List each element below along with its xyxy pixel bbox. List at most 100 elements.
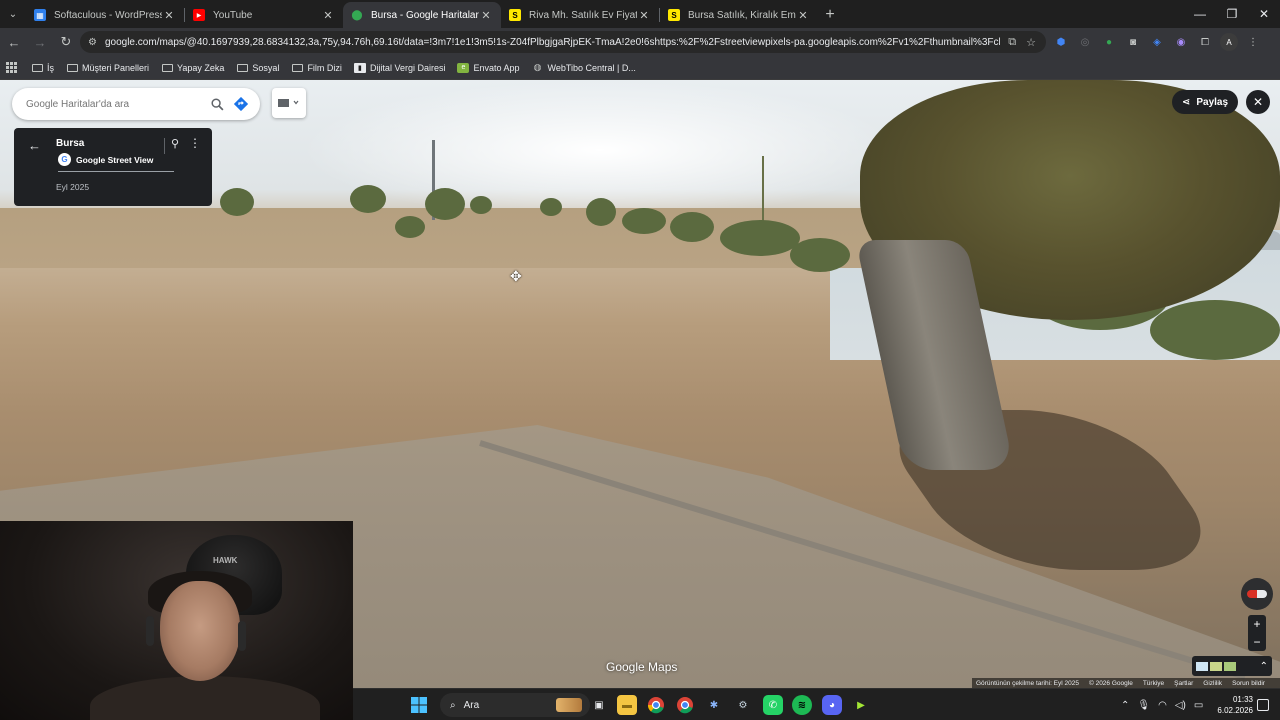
tab-close-icon[interactable]: ✕ [637,9,651,22]
extension-green-icon[interactable]: ● [1100,33,1118,51]
address-bar[interactable]: ⚙ google.com/maps/@40.1697939,28.6834132… [80,31,1046,53]
capture-date[interactable]: Eyl 2025 [56,182,89,192]
tab-close-icon[interactable]: ✕ [796,9,810,22]
imagery-thumbnails[interactable]: ⌃ [1192,656,1272,676]
expand-up-icon[interactable]: ⌃ [1260,661,1268,672]
restore-icon[interactable]: ❐ [1216,0,1248,28]
bush [395,216,425,238]
thumbnail-3[interactable] [1224,661,1236,671]
extension-shield-icon[interactable]: ◈ [1148,33,1166,51]
bookmark-label: Yapay Zeka [177,62,225,73]
tab-youtube[interactable]: ▶ YouTube ✕ [185,2,343,28]
bookmark-musteri-panelleri[interactable]: Müşteri Panelleri [66,63,149,73]
chrome-profile-icon[interactable] [675,695,695,715]
bookmark-webtibo-central[interactable]: ◍ WebTibo Central | D... [532,62,636,73]
discord-icon[interactable]: ◕ [822,695,842,715]
layers-toggle-button[interactable] [272,88,306,118]
chrome-menu-icon[interactable]: ⋮ [1244,33,1262,51]
maps-search-box[interactable] [12,88,260,120]
tab-strip: ⌄ ▦ Softaculous - WordPress Yönetim ✕ ▶ … [0,0,1280,28]
maps-search-input[interactable] [26,98,202,110]
compass-icon[interactable] [1241,578,1273,610]
open-in-app-icon[interactable]: ⧉ [1008,36,1016,49]
zoom-out-button[interactable]: − [1253,635,1260,649]
minimize-icon[interactable]: — [1184,0,1216,28]
tab-softaculous[interactable]: ▦ Softaculous - WordPress Yönetim ✕ [26,2,184,28]
notification-center-icon[interactable] [1257,699,1269,711]
terminal-app-icon[interactable]: ▶ [851,695,871,715]
cap-logo-text: HAWK [213,556,238,565]
thumbnail-1[interactable] [1196,661,1208,671]
extension-purple-icon[interactable]: ◉ [1172,33,1190,51]
bookmark-envato-app[interactable]: e Envato App [457,62,520,73]
tab-close-icon[interactable]: ✕ [479,9,493,22]
cypress-tree [762,156,764,226]
search-icon[interactable] [208,95,226,113]
apps-grid-icon[interactable] [6,62,17,73]
wifi-icon[interactable]: ◠ [1158,700,1167,711]
bush [670,212,714,242]
new-tab-button[interactable]: + [818,2,842,28]
street-view-provider[interactable]: G Google Street View [58,153,153,166]
privacy-link[interactable]: Gizlilik [1203,680,1222,687]
forward-icon[interactable]: → [28,30,52,54]
bookmark-star-icon[interactable]: ☆ [1026,36,1036,49]
tab-close-icon[interactable]: ✕ [321,9,335,22]
location-pin-icon[interactable]: ⚲ [171,137,179,150]
thumbnail-2[interactable] [1210,661,1222,671]
street-view-info-card: ← Bursa G Google Street View Eyl 2025 ⚲ … [14,128,212,206]
file-explorer-icon[interactable]: ▬ [617,695,637,715]
extension-gray-icon[interactable]: ◎ [1076,33,1094,51]
microphone-icon[interactable]: 🎙︎ [1137,700,1150,711]
window-controls: — ❐ ✕ [1184,0,1280,28]
taskbar-search[interactable]: ⌕ Ara [440,693,590,717]
tray-overflow-icon[interactable]: ⌃ [1121,700,1129,711]
url-text[interactable]: google.com/maps/@40.1697939,28.6834132,3… [105,37,1000,48]
copyright: © 2026 Google [1088,679,1133,687]
profile-avatar[interactable]: A [1220,33,1238,51]
close-window-icon[interactable]: ✕ [1248,0,1280,28]
back-icon[interactable]: ← [2,30,26,54]
windows-start-icon[interactable] [409,695,429,715]
directions-icon[interactable] [232,95,250,113]
sahibinden-favicon-icon: S [668,9,680,21]
system-tray: ⌃ 🎙︎ ◠ ◁) ▭ [1121,689,1203,720]
bookmark-is[interactable]: İş [31,63,54,73]
provider-underline [58,171,174,172]
zoom-in-button[interactable]: + [1253,617,1260,631]
region-link[interactable]: Türkiye [1143,680,1164,687]
more-options-icon[interactable]: ⋮ [189,136,201,150]
tab-close-icon[interactable]: ✕ [162,9,176,22]
bush [540,198,562,216]
sahibinden-favicon-icon: S [509,9,521,21]
site-info-icon[interactable]: ⚙ [88,37,97,48]
vpn-shield-icon[interactable]: ✱ [704,695,724,715]
tab-search-chevron-icon[interactable]: ⌄ [0,0,26,28]
bookmark-dijital-vergi-dairesi[interactable]: ▮ Dijital Vergi Dairesi [353,62,445,73]
taskbar-clock[interactable]: 01:33 6.02.2026 [1211,694,1253,716]
volume-icon[interactable]: ◁) [1175,700,1186,711]
close-street-view-button[interactable]: ✕ [1246,90,1270,114]
chrome-icon[interactable] [646,695,666,715]
extensions-puzzle-icon[interactable]: ⧠ [1196,33,1214,51]
tab-sahibinden-bursa[interactable]: S Bursa Satılık, Kiralık Emlak İlanları … [660,2,818,28]
terms-link[interactable]: Şartlar [1174,680,1193,687]
tab-sahibinden-riva[interactable]: S Riva Mh. Satılık Ev Fiyatları sahibind… [501,2,659,28]
spotify-icon[interactable]: ≋ [792,695,812,715]
extension-blue-icon[interactable]: ⬢ [1052,33,1070,51]
folder-icon [236,63,248,73]
tab-google-maps[interactable]: ⬤ Bursa - Google Haritalar ✕ [343,2,501,28]
back-arrow-icon[interactable]: ← [28,138,41,153]
bookmark-film-dizi[interactable]: Film Dizi [291,63,342,73]
whatsapp-icon[interactable]: ✆ [763,695,783,715]
reload-icon[interactable]: ↻ [54,30,78,54]
bookmark-label: Sosyal [252,62,280,73]
bookmark-sosyal[interactable]: Sosyal [236,63,279,73]
extension-camera-icon[interactable]: ◙ [1124,33,1142,51]
share-button[interactable]: ⋖ Paylaş [1172,90,1238,114]
report-link[interactable]: Sorun bildir [1232,680,1265,687]
bookmark-yapay-zeka[interactable]: Yapay Zeka [161,63,224,73]
battery-icon[interactable]: ▭ [1194,700,1203,711]
steam-icon[interactable]: ⚙ [733,695,753,715]
task-view-icon[interactable]: ▣ [589,695,609,715]
